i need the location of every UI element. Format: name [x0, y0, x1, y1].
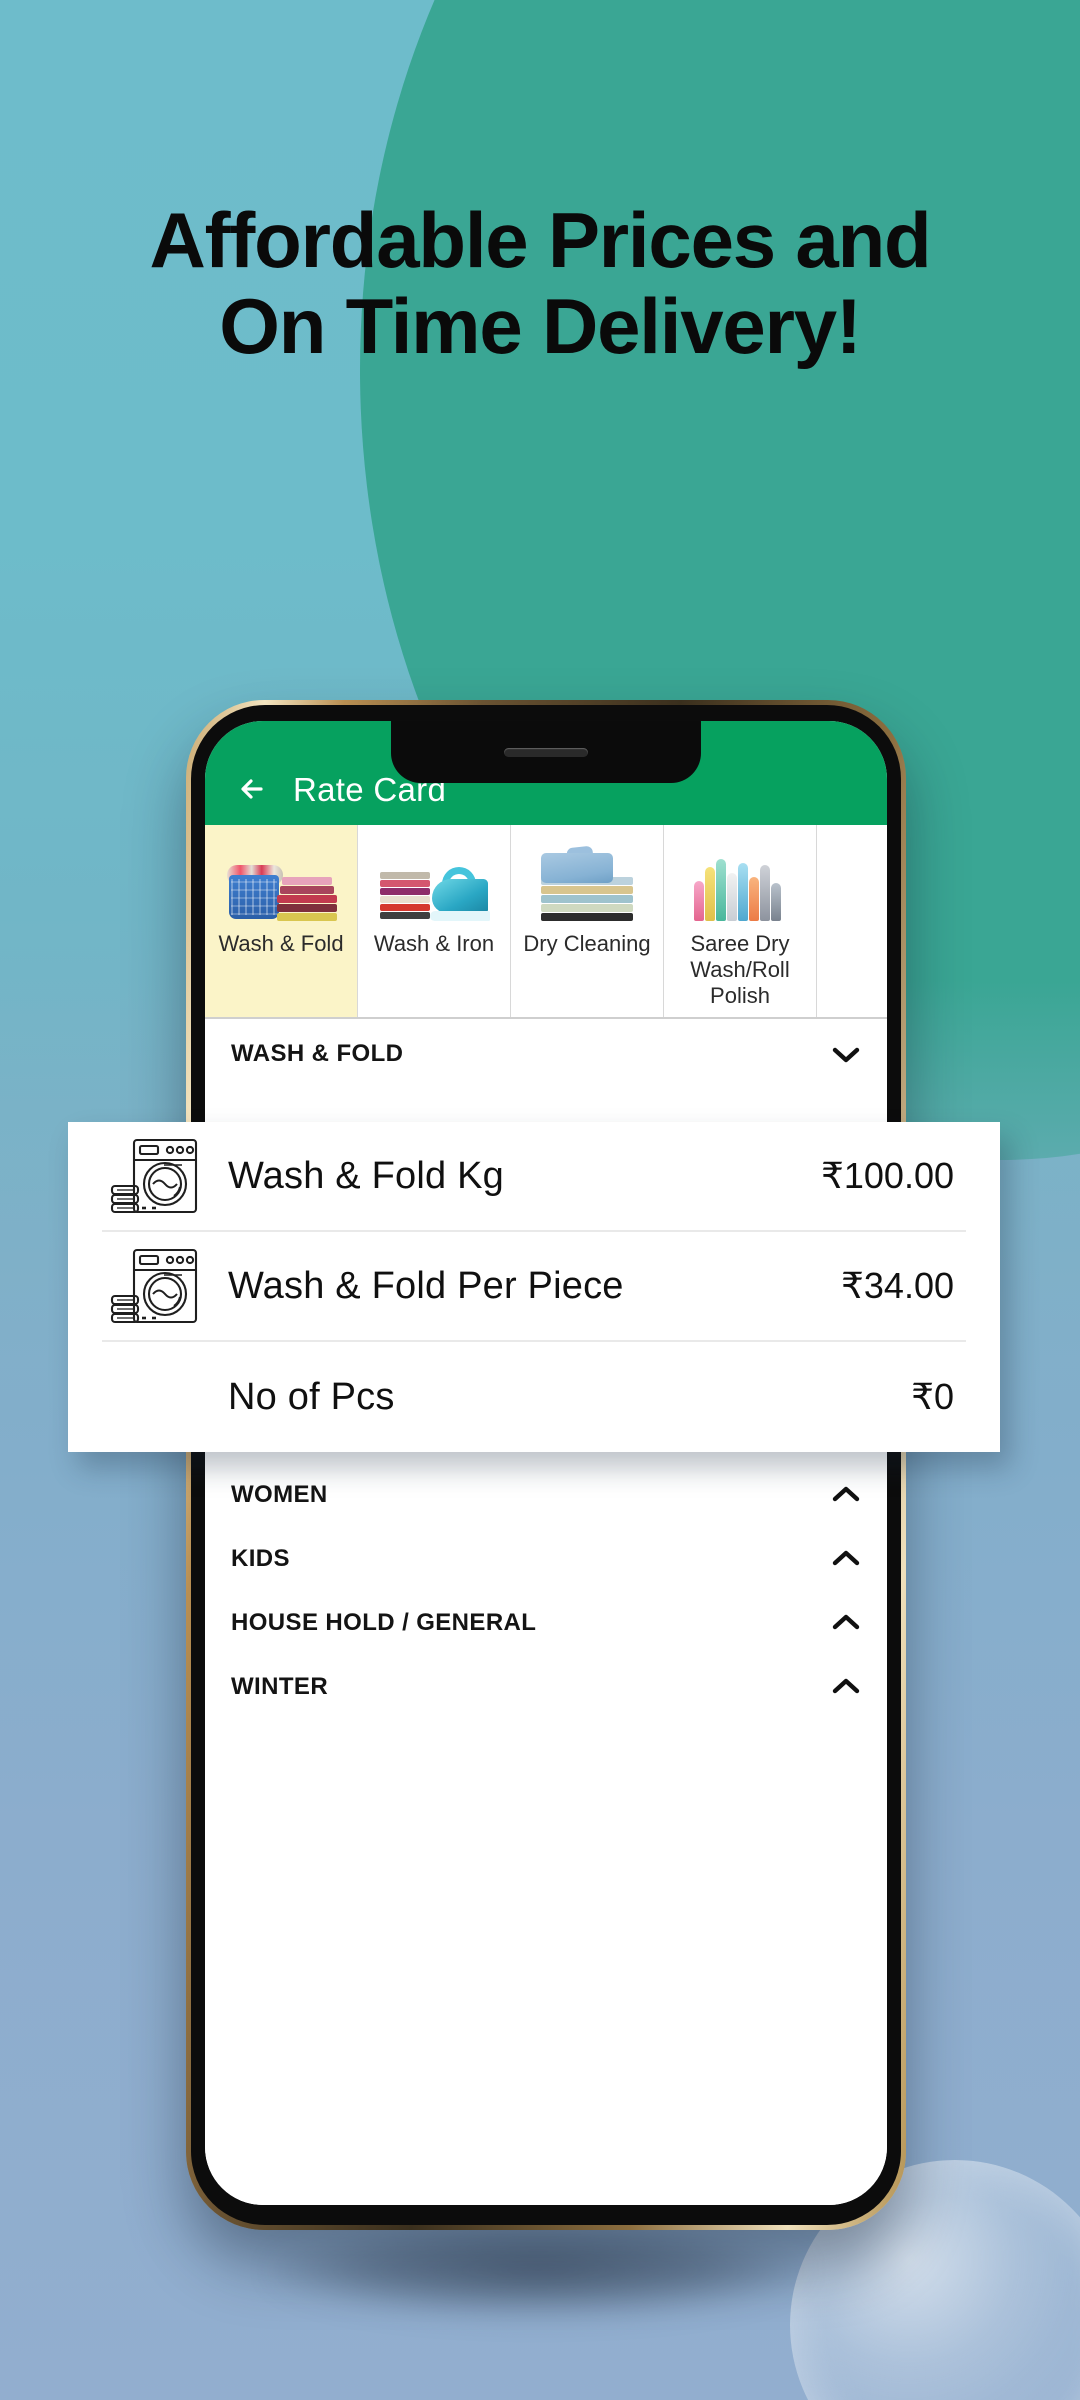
section-label: WINTER [231, 1673, 329, 1700]
price-row[interactable]: Wash & Fold Kg ₹100.00 [102, 1122, 966, 1232]
tab-label: Wash & Iron [373, 931, 495, 956]
iron-icon [374, 841, 494, 925]
section-label: HOUSE HOLD / GENERAL [231, 1609, 537, 1636]
laundry-basket-icon [221, 841, 341, 925]
earpiece-speaker-icon [504, 747, 588, 757]
promo-stage: Affordable Prices and On Time Delivery! … [0, 0, 1080, 2400]
section-header-women[interactable]: WOMEN [205, 1463, 887, 1527]
tab-label: Wash & Fold [218, 931, 344, 956]
price-item-name: No of Pcs [228, 1375, 395, 1418]
back-arrow-icon [241, 779, 263, 799]
phone-drop-shadow [268, 2224, 808, 2316]
chevron-up-icon [832, 1486, 860, 1502]
tab-wash-and-fold[interactable]: Wash & Fold [205, 825, 358, 1017]
chevron-up-icon [832, 1678, 860, 1694]
chevron-down-icon [832, 1047, 860, 1063]
price-row[interactable]: No of Pcs ₹0 [102, 1342, 966, 1452]
phone-notch [391, 721, 701, 783]
back-button[interactable] [231, 767, 275, 811]
phone-mockup: Rate Card Wash & Fold Wash & Iron Dry Cl… [186, 700, 906, 2230]
service-tab-bar[interactable]: Wash & Fold Wash & Iron Dry Cleaning Sar… [205, 825, 887, 1019]
price-item-value: ₹34.00 [841, 1265, 954, 1306]
price-detail-overlay-card: Wash & Fold Kg ₹100.00 Wash & Fold Per P… [68, 1122, 1000, 1452]
promo-headline: Affordable Prices and On Time Delivery! [0, 196, 1080, 370]
tab-dry-cleaning[interactable]: Dry Cleaning [511, 825, 664, 1017]
price-row[interactable]: Wash & Fold Per Piece ₹34.00 [102, 1232, 966, 1342]
sarees-icon [680, 841, 800, 925]
section-header-wash-and-fold[interactable]: WASH & FOLD [205, 1019, 887, 1089]
washing-machine-icon [108, 1244, 204, 1328]
tab-wash-and-iron[interactable]: Wash & Iron [358, 825, 511, 1017]
price-item-name: Wash & Fold Per Piece [228, 1264, 624, 1307]
section-label: WASH & FOLD [231, 1040, 404, 1067]
tab-saree-dry-wash[interactable]: Saree Dry Wash/Roll Polish [664, 825, 817, 1017]
section-header-kids[interactable]: KIDS [205, 1527, 887, 1591]
chevron-up-icon [832, 1614, 860, 1630]
tab-label: Dry Cleaning [523, 931, 651, 956]
price-item-name: Wash & Fold Kg [228, 1154, 504, 1197]
section-label: WOMEN [231, 1481, 328, 1508]
tab-label: Saree Dry Wash/Roll Polish [690, 931, 790, 1008]
headline-line-1: Affordable Prices and [149, 196, 931, 284]
price-item-value: ₹0 [911, 1376, 954, 1417]
headline-line-2: On Time Delivery! [219, 281, 862, 370]
chevron-up-icon [832, 1550, 860, 1566]
section-label: KIDS [231, 1545, 290, 1572]
phone-bezel: Rate Card Wash & Fold Wash & Iron Dry Cl… [191, 705, 901, 2225]
section-header-winter[interactable]: WINTER [205, 1655, 887, 1719]
section-header-house-hold-general[interactable]: HOUSE HOLD / GENERAL [205, 1591, 887, 1655]
price-item-value: ₹100.00 [820, 1155, 954, 1196]
folded-shirts-icon [527, 841, 647, 925]
washing-machine-icon [108, 1134, 204, 1218]
phone-screen: Rate Card Wash & Fold Wash & Iron Dry Cl… [205, 721, 887, 2205]
